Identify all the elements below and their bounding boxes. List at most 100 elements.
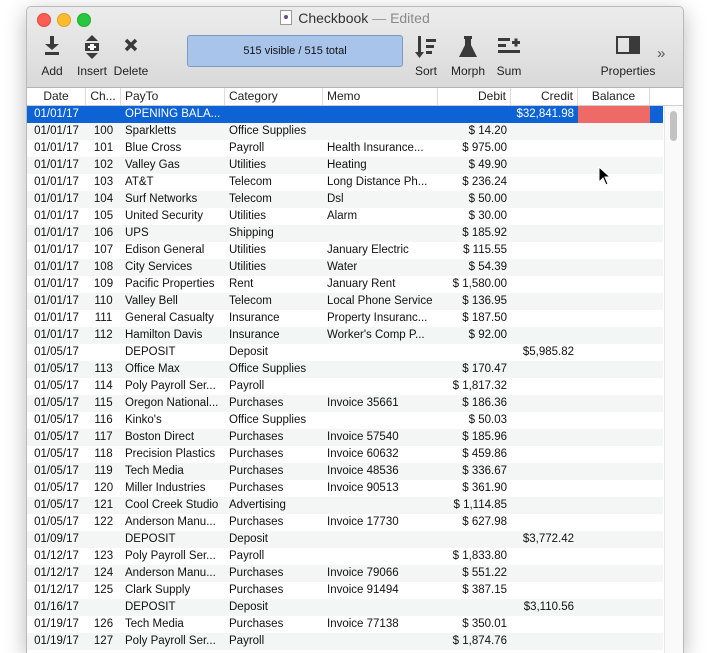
cell-debit[interactable]: [438, 531, 511, 548]
cell-memo[interactable]: Worker's Comp P...: [323, 327, 438, 344]
cell-check-number[interactable]: 108: [86, 259, 121, 276]
cell-payto[interactable]: Kinko's: [121, 412, 225, 429]
cell-check-number[interactable]: 122: [86, 514, 121, 531]
cell-category[interactable]: Telecom: [225, 293, 323, 310]
cell-date[interactable]: 01/01/17: [27, 293, 86, 310]
cell-date[interactable]: 01/01/17: [27, 191, 86, 208]
cell-memo[interactable]: [323, 106, 438, 123]
cell-debit[interactable]: [438, 344, 511, 361]
cell-credit[interactable]: [511, 225, 578, 242]
cell-credit[interactable]: [511, 259, 578, 276]
cell-check-number[interactable]: 105: [86, 208, 121, 225]
cell-memo[interactable]: [323, 633, 438, 650]
cell-debit[interactable]: [438, 599, 511, 616]
cell-credit[interactable]: $32,841.98: [511, 106, 578, 123]
cell-category[interactable]: Purchases: [225, 395, 323, 412]
table-row[interactable]: 01/12/17 123 Poly Payroll Ser... Payroll $ 1…: [27, 548, 663, 565]
cell-debit[interactable]: $ 459.86: [438, 446, 511, 463]
cell-category[interactable]: Deposit: [225, 531, 323, 548]
cell-debit[interactable]: $ 361.90: [438, 480, 511, 497]
cell-date[interactable]: 01/01/17: [27, 106, 86, 123]
cell-debit[interactable]: $ 30.00: [438, 208, 511, 225]
cell-category[interactable]: Utilities: [225, 259, 323, 276]
table-row[interactable]: 01/05/17 113 Office Max Office Supplies $ 17…: [27, 361, 663, 378]
cell-credit[interactable]: [511, 157, 578, 174]
cell-credit[interactable]: [511, 497, 578, 514]
cell-date[interactable]: 01/01/17: [27, 242, 86, 259]
cell-category[interactable]: Utilities: [225, 242, 323, 259]
table-row-selected[interactable]: 01/01/17 OPENING BALA... $32,841.98: [27, 106, 663, 123]
cell-payto[interactable]: AT&T: [121, 174, 225, 191]
table-row[interactable]: 01/12/17 124 Anderson Manu... Purchases Invo…: [27, 565, 663, 582]
cell-category[interactable]: Purchases: [225, 446, 323, 463]
cell-check-number[interactable]: 101: [86, 140, 121, 157]
toolbar-overflow-button[interactable]: »: [657, 45, 665, 62]
cell-memo[interactable]: Water: [323, 259, 438, 276]
cell-debit[interactable]: $ 350.01: [438, 616, 511, 633]
cell-category[interactable]: Purchases: [225, 616, 323, 633]
cell-date[interactable]: 01/12/17: [27, 565, 86, 582]
cell-category[interactable]: Deposit: [225, 344, 323, 361]
cell-debit[interactable]: $ 551.22: [438, 565, 511, 582]
cell-debit[interactable]: $ 1,114.85: [438, 497, 511, 514]
cell-category[interactable]: Shipping: [225, 225, 323, 242]
cell-date[interactable]: 01/05/17: [27, 497, 86, 514]
cell-category[interactable]: Purchases: [225, 582, 323, 599]
cell-date[interactable]: 01/09/17: [27, 531, 86, 548]
cell-payto[interactable]: Valley Bell: [121, 293, 225, 310]
column-header-category[interactable]: Category: [225, 88, 323, 105]
cell-date[interactable]: 01/12/17: [27, 582, 86, 599]
cell-category[interactable]: Purchases: [225, 514, 323, 531]
cell-check-number[interactable]: 116: [86, 412, 121, 429]
column-header-check-number[interactable]: Ch...: [86, 88, 121, 105]
cell-credit[interactable]: [511, 616, 578, 633]
cell-debit[interactable]: $ 187.50: [438, 310, 511, 327]
cell-check-number[interactable]: 117: [86, 429, 121, 446]
cell-date[interactable]: 01/16/17: [27, 599, 86, 616]
cell-category[interactable]: Rent: [225, 276, 323, 293]
cell-memo[interactable]: January Rent: [323, 276, 438, 293]
insert-button[interactable]: Insert: [75, 35, 109, 78]
cell-memo[interactable]: Local Phone Service: [323, 293, 438, 310]
cell-debit[interactable]: $ 92.00: [438, 327, 511, 344]
cell-check-number[interactable]: 103: [86, 174, 121, 191]
cell-debit[interactable]: $ 1,580.00: [438, 276, 511, 293]
cell-debit[interactable]: $ 185.96: [438, 429, 511, 446]
cell-check-number[interactable]: 107: [86, 242, 121, 259]
cell-date[interactable]: 01/01/17: [27, 276, 86, 293]
cell-category[interactable]: Insurance: [225, 327, 323, 344]
cell-memo[interactable]: Invoice 60632: [323, 446, 438, 463]
cell-payto[interactable]: Precision Plastics: [121, 446, 225, 463]
cell-date[interactable]: 01/01/17: [27, 140, 86, 157]
table-row[interactable]: 01/05/17 118 Precision Plastics Purchases In…: [27, 446, 663, 463]
cell-payto[interactable]: Poly Payroll Ser...: [121, 378, 225, 395]
column-header-date[interactable]: Date: [27, 88, 86, 105]
properties-button[interactable]: Properties: [597, 35, 659, 78]
cell-check-number[interactable]: 110: [86, 293, 121, 310]
cell-debit[interactable]: [438, 106, 511, 123]
cell-payto[interactable]: Clark Supply: [121, 582, 225, 599]
column-header-credit[interactable]: Credit: [511, 88, 578, 105]
cell-check-number[interactable]: 119: [86, 463, 121, 480]
cell-debit[interactable]: $ 136.95: [438, 293, 511, 310]
cell-memo[interactable]: [323, 378, 438, 395]
cell-payto[interactable]: City Services: [121, 259, 225, 276]
cell-check-number[interactable]: 123: [86, 548, 121, 565]
cell-payto[interactable]: Office Max: [121, 361, 225, 378]
column-header-debit[interactable]: Debit: [438, 88, 511, 105]
cell-credit[interactable]: [511, 378, 578, 395]
cell-memo[interactable]: [323, 412, 438, 429]
cell-category[interactable]: Advertising: [225, 497, 323, 514]
cell-debit[interactable]: $ 387.15: [438, 582, 511, 599]
add-button[interactable]: Add: [39, 35, 65, 78]
table-row[interactable]: 01/16/17 DEPOSIT Deposit $3,110.56: [27, 599, 663, 616]
cell-payto[interactable]: DEPOSIT: [121, 599, 225, 616]
table-row[interactable]: 01/12/17 125 Clark Supply Purchases Invoice …: [27, 582, 663, 599]
cell-payto[interactable]: Tech Media: [121, 463, 225, 480]
table-row[interactable]: 01/05/17 116 Kinko's Office Supplies $ 50.03: [27, 412, 663, 429]
cell-credit[interactable]: [511, 140, 578, 157]
cell-memo[interactable]: Dsl: [323, 191, 438, 208]
cell-payto[interactable]: Miller Industries: [121, 480, 225, 497]
cell-debit[interactable]: $ 975.00: [438, 140, 511, 157]
table-row[interactable]: 01/01/17 110 Valley Bell Telecom Local Phone…: [27, 293, 663, 310]
